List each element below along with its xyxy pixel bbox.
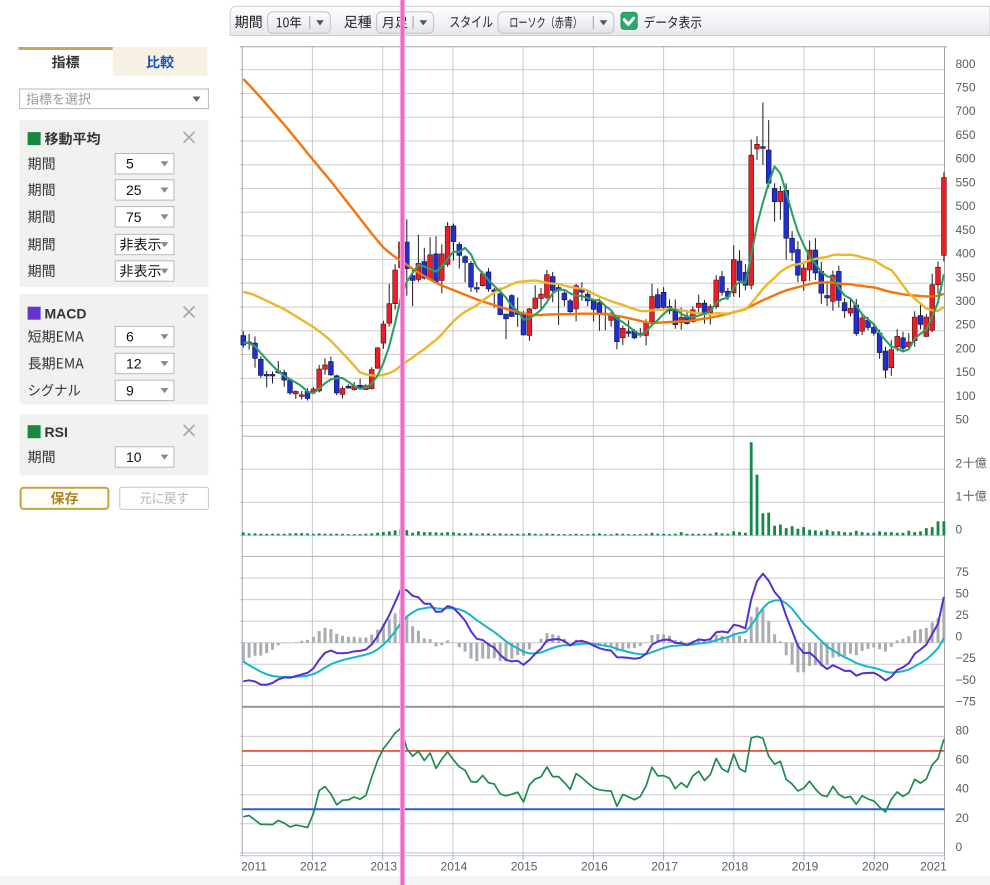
svg-text:MACD: MACD — [45, 305, 87, 321]
svg-text:50: 50 — [956, 413, 970, 427]
svg-text:5: 5 — [126, 156, 134, 172]
svg-text:−75: −75 — [956, 694, 977, 708]
svg-text:600: 600 — [956, 152, 976, 166]
svg-text:−50: −50 — [956, 673, 977, 687]
svg-text:2018: 2018 — [721, 860, 748, 874]
svg-text:0: 0 — [956, 840, 963, 854]
svg-text:10: 10 — [126, 449, 142, 465]
svg-text:20: 20 — [956, 811, 970, 825]
svg-text:6: 6 — [126, 329, 134, 345]
svg-text:150: 150 — [956, 365, 976, 379]
svg-text:200: 200 — [956, 341, 976, 355]
svg-text:25: 25 — [126, 182, 142, 198]
svg-text:RSI: RSI — [45, 424, 68, 440]
svg-text:2015: 2015 — [511, 860, 538, 874]
svg-text:350: 350 — [956, 270, 976, 284]
svg-text:500: 500 — [956, 199, 976, 213]
svg-text:550: 550 — [956, 175, 976, 189]
svg-text:75: 75 — [126, 209, 142, 225]
svg-text:250: 250 — [956, 318, 976, 332]
svg-text:700: 700 — [956, 104, 976, 118]
svg-text:2: 2 — [956, 456, 963, 470]
svg-text:2021: 2021 — [920, 860, 947, 874]
svg-text:2017: 2017 — [651, 860, 678, 874]
svg-text:2014: 2014 — [441, 860, 468, 874]
svg-text:75: 75 — [956, 565, 970, 579]
svg-text:2011: 2011 — [241, 860, 267, 874]
svg-text:9: 9 — [126, 382, 134, 398]
svg-text:50: 50 — [956, 587, 970, 601]
svg-text:300: 300 — [956, 294, 976, 308]
svg-text:450: 450 — [956, 223, 976, 237]
svg-text:100: 100 — [956, 389, 976, 403]
svg-text:2012: 2012 — [300, 860, 327, 874]
svg-text:0: 0 — [956, 522, 963, 536]
svg-text:750: 750 — [956, 81, 976, 95]
svg-text:−25: −25 — [956, 651, 977, 665]
svg-text:2013: 2013 — [370, 860, 397, 874]
svg-text:400: 400 — [956, 247, 976, 261]
svg-text:40: 40 — [956, 782, 970, 796]
svg-text:1: 1 — [956, 489, 963, 503]
svg-text:800: 800 — [956, 57, 976, 71]
svg-text:12: 12 — [126, 356, 142, 372]
svg-text:80: 80 — [956, 723, 970, 737]
svg-text:2020: 2020 — [862, 860, 889, 874]
svg-text:2016: 2016 — [581, 860, 608, 874]
svg-text:25: 25 — [956, 608, 970, 622]
svg-text:60: 60 — [956, 753, 970, 767]
svg-text:0: 0 — [956, 630, 963, 644]
svg-text:650: 650 — [956, 128, 976, 142]
svg-text:2019: 2019 — [792, 860, 819, 874]
